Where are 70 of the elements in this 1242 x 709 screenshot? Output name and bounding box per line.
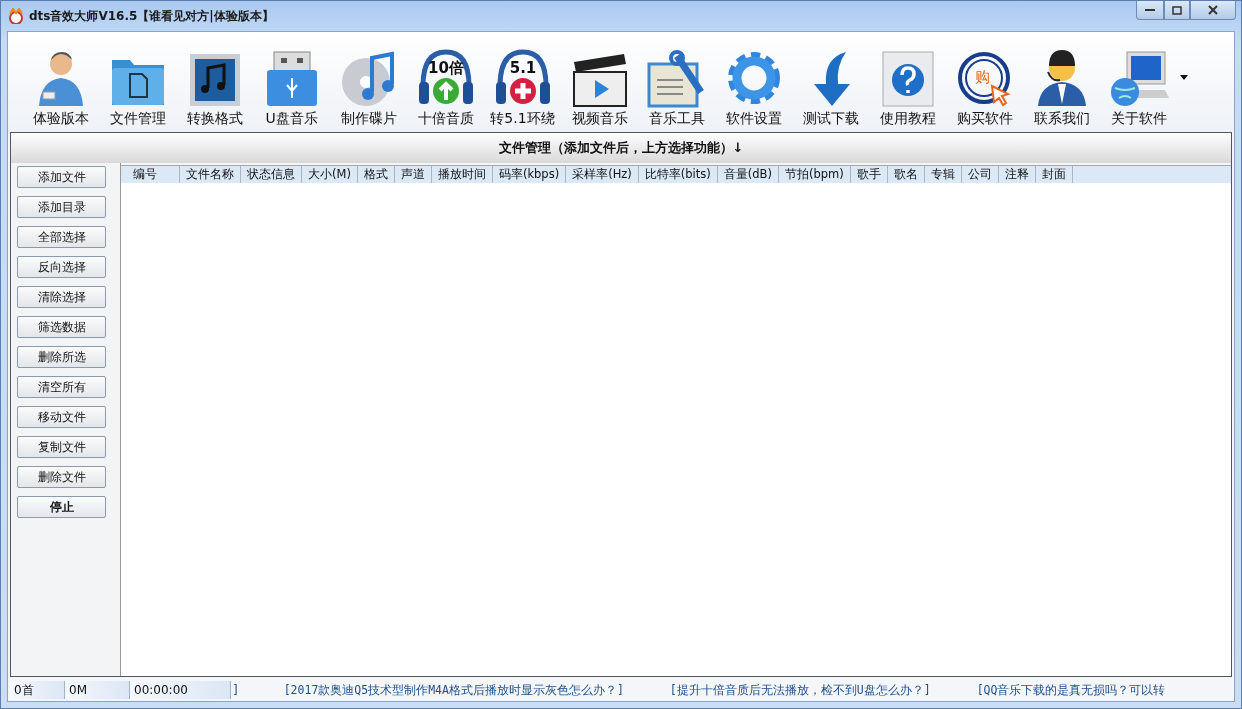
column-header[interactable]: 歌名 <box>887 166 925 183</box>
column-header[interactable]: 注释 <box>998 166 1036 183</box>
ticker-bracket: ] <box>233 683 238 697</box>
action-button[interactable]: 移动文件 <box>17 406 106 428</box>
clapperboard-icon <box>570 52 629 108</box>
column-header[interactable]: 封面 <box>1035 166 1073 183</box>
column-header[interactable]: 状态信息 <box>241 166 302 183</box>
column-header[interactable]: 大小(M) <box>302 166 358 183</box>
column-header[interactable]: 文件名称 <box>180 166 241 183</box>
column-header[interactable]: 歌手 <box>850 166 888 183</box>
toolbar-button[interactable]: 转换格式 <box>176 36 253 128</box>
column-header[interactable]: 节拍(bpm) <box>778 166 851 183</box>
maximize-icon <box>1172 5 1182 15</box>
action-button[interactable]: 删除文件 <box>17 466 106 488</box>
toolbar-button[interactable]: 关于软件 <box>1100 36 1177 128</box>
action-button[interactable]: 筛选数据 <box>17 316 106 338</box>
close-button[interactable] <box>1190 1 1236 20</box>
close-icon <box>1208 5 1218 15</box>
panel-title: 文件管理（添加文件后，上方选择功能）↓ <box>498 139 744 157</box>
column-header[interactable]: 公司 <box>961 166 999 183</box>
column-header[interactable]: 播放时间 <box>431 166 493 183</box>
toolbar-button[interactable]: 10倍 十倍音质 <box>407 36 484 128</box>
column-header[interactable]: 码率(kbps) <box>492 166 567 183</box>
tip-link[interactable]: [QQ音乐下载的是真无损吗？可以转 <box>976 682 1166 698</box>
column-header[interactable]: 格式 <box>357 166 395 183</box>
column-header[interactable]: 音量(dB) <box>717 166 779 183</box>
action-button[interactable]: 反向选择 <box>17 256 106 278</box>
action-button[interactable]: 清除选择 <box>17 286 106 308</box>
action-button[interactable]: 全部选择 <box>17 226 106 248</box>
column-header[interactable]: 编号 <box>121 166 180 183</box>
caret-icon <box>1180 75 1188 80</box>
tip-link[interactable]: [提升十倍音质后无法播放，检不到U盘怎么办？] <box>669 682 931 698</box>
badge-text: 5.1 <box>509 59 536 77</box>
file-count: 0首 <box>10 681 65 699</box>
column-header[interactable]: 比特率(bits) <box>638 166 718 183</box>
action-button[interactable]: 删除所选 <box>17 346 106 368</box>
action-button[interactable]: 清空所有 <box>17 376 106 398</box>
toolbar-button[interactable]: 软件设置 <box>715 36 792 128</box>
window-title: dts音效大师V16.5【谁看见对方|体验版本】 <box>29 7 274 25</box>
help-document-icon <box>879 50 936 108</box>
action-button[interactable]: 添加文件 <box>17 166 106 188</box>
toolbar-button[interactable]: 5.1 转5.1环绕 <box>484 36 561 128</box>
column-header[interactable]: 采样率(Hz) <box>566 166 639 183</box>
action-button[interactable]: 添加目录 <box>17 196 106 218</box>
tip-link[interactable]: [2017款奥迪Q5技术型制作M4A格式后播放时显示灰色怎么办？] <box>283 682 624 698</box>
toolbar-button[interactable]: 体验版本 <box>22 36 99 128</box>
toolbar-button[interactable]: 音乐工具 <box>638 36 715 128</box>
computer-globe-icon <box>1108 50 1169 108</box>
action-button[interactable]: 停止 <box>17 496 106 518</box>
column-header[interactable]: 声道 <box>394 166 432 183</box>
minimize-icon <box>1145 8 1155 12</box>
toolbar-button[interactable]: 制作碟片 <box>330 36 407 128</box>
total-size: 0M <box>65 681 130 699</box>
toolbar-button[interactable]: 购 购买软件 <box>946 36 1023 128</box>
action-button[interactable]: 复制文件 <box>17 436 106 458</box>
music-note-icon <box>187 52 242 108</box>
total-time: 00:00:00 <box>130 681 231 699</box>
column-header[interactable]: 专辑 <box>924 166 962 183</box>
toolbar-button[interactable]: 使用教程 <box>869 36 946 128</box>
toolbar-button[interactable]: 测试下载 <box>792 36 869 128</box>
toolbar-button[interactable]: U盘音乐 <box>253 36 330 128</box>
badge-text: 购 <box>974 68 989 86</box>
toolbar-button[interactable]: 联系我们 <box>1023 36 1100 128</box>
wrench-and-document-icon <box>646 50 707 108</box>
toolbar-button[interactable]: 视频音乐 <box>561 36 638 128</box>
toolbar-button[interactable]: 文件管理 <box>99 36 176 128</box>
minimize-button[interactable] <box>1136 1 1164 20</box>
app-logo-icon <box>7 8 25 24</box>
badge-text: 10倍 <box>427 59 464 77</box>
maximize-button[interactable] <box>1164 1 1190 20</box>
